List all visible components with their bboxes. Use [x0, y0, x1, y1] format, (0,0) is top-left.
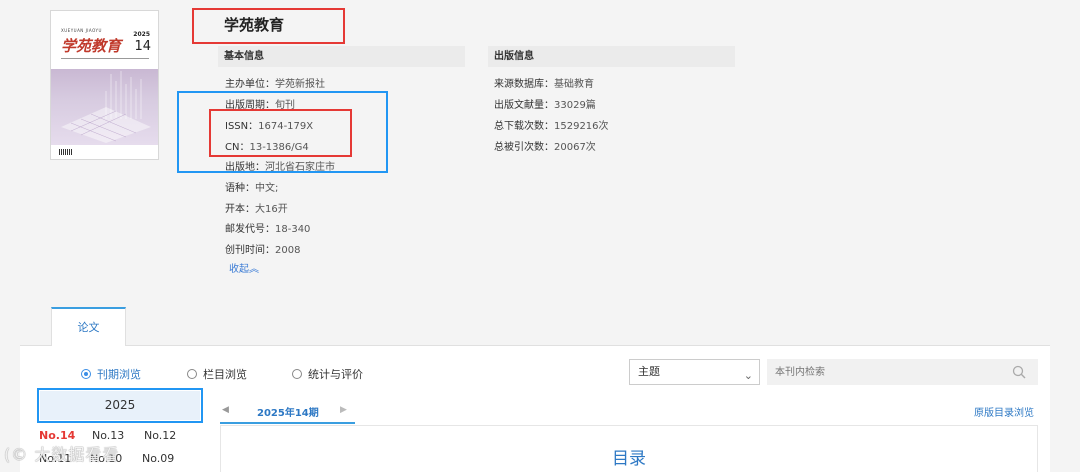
search-input[interactable]: [767, 359, 1038, 385]
annotation-box-year: [37, 388, 203, 423]
collapse-link[interactable]: 收起︽: [229, 260, 259, 275]
search-field-select[interactable]: 主题 ⌄: [629, 359, 760, 385]
basic-info-heading: 基本信息: [218, 46, 465, 67]
current-issue-label: 2025年14期: [257, 408, 319, 419]
cover-artwork: [51, 69, 158, 145]
issue-link-12[interactable]: No.12: [144, 429, 176, 442]
radio-icon: [292, 369, 302, 379]
cover-pinyin: XUEYUAN JIAOYU: [61, 28, 102, 33]
annotation-box-red: [209, 109, 352, 157]
info-language: 语种：中文;: [225, 183, 279, 194]
info-sponsor: 主办单位：学苑新报社: [225, 79, 325, 90]
prev-issue-arrow-icon[interactable]: ◀: [222, 405, 229, 415]
cover-calligraphy-title: 学苑教育: [61, 37, 122, 55]
next-issue-arrow-icon[interactable]: ▶: [340, 405, 347, 415]
info-founded: 创刊时间：2008: [225, 245, 301, 256]
pub-source-db: 来源数据库：基础教育: [494, 79, 594, 90]
journal-title: 学苑教育: [224, 16, 285, 34]
issue-link-09[interactable]: No.09: [142, 452, 174, 465]
journal-cover-image: XUEYUAN JIAOYU 学苑教育 2025 14: [50, 10, 159, 160]
watermark: (© 大数据看看: [4, 445, 120, 464]
barcode-icon: [59, 149, 73, 155]
tab-papers[interactable]: 论文: [51, 307, 126, 346]
original-toc-link[interactable]: 原版目录浏览: [974, 404, 1034, 419]
radio-icon: [187, 369, 197, 379]
cover-issue-number: 14: [134, 39, 151, 54]
toc-title: 目录: [612, 449, 646, 469]
radio-column-browse[interactable]: 栏目浏览: [187, 366, 247, 382]
chevron-down-icon: ⌄: [743, 369, 753, 382]
radio-stats-eval[interactable]: 统计与评价: [292, 366, 363, 382]
cover-year: 2025: [133, 31, 150, 38]
search-icon[interactable]: [1012, 365, 1026, 379]
info-format: 开本：大16开: [225, 204, 288, 215]
radio-issue-browse[interactable]: 刊期浏览: [81, 366, 141, 382]
current-issue-underline: [220, 422, 355, 424]
radio-selected-icon: [81, 369, 91, 379]
pub-downloads: 总下载次数：1529216次: [494, 121, 609, 132]
pub-info-heading: 出版信息: [488, 46, 735, 67]
pub-article-count: 出版文献量：33029篇: [494, 100, 596, 111]
pub-citations: 总被引次数：20067次: [494, 142, 596, 153]
info-postal-code: 邮发代号：18-340: [225, 224, 311, 235]
